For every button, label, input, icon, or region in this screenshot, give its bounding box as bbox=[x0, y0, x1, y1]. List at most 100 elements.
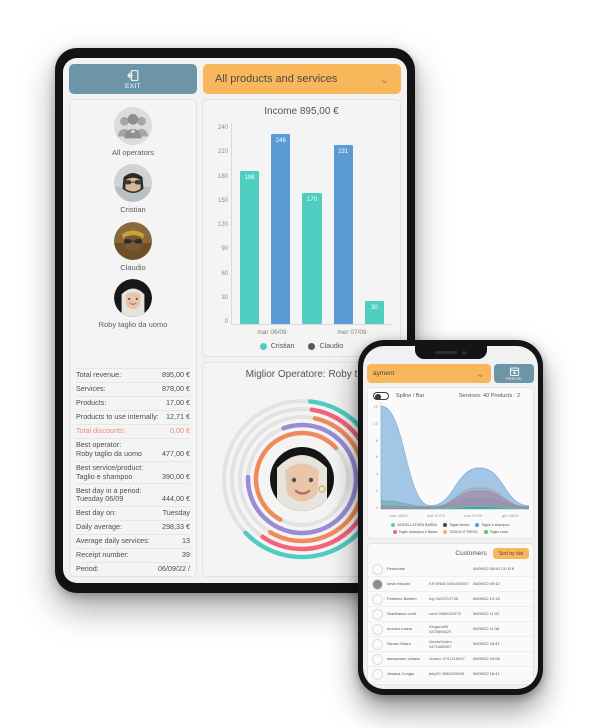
customer-row[interactable]: alessandro viviano viviano 3791218497 06/0… bbox=[368, 652, 533, 667]
stat-row: Period: 06/09/22 / bbox=[76, 562, 190, 576]
x-tick: mar 07/09 bbox=[426, 512, 445, 518]
exit-label: EXIT bbox=[124, 82, 142, 90]
customer-date: 06/09/22 08:50 13,00 € bbox=[473, 566, 515, 572]
sidebar-item-all-operators[interactable]: All operators bbox=[74, 107, 192, 157]
customer-row[interactable]: kevin trisconi KEVIN08 3450400567 06/09/22… bbox=[368, 577, 533, 592]
legend-label: Taglio e shampoo bbox=[481, 523, 510, 527]
stat-sub: Roby taglio da uomo bbox=[76, 448, 142, 458]
phone-device: ayment ⌄ PERIOD Spline / Bar Services: 4… bbox=[358, 340, 543, 695]
legend-label: Claudio bbox=[319, 343, 344, 350]
sort-by-date-button[interactable]: Sort by dat bbox=[492, 548, 529, 559]
operators-sidebar: All operators Cristian Claudio Roby tagl… bbox=[69, 99, 197, 577]
operator-name: Roby taglio da uomo bbox=[98, 320, 168, 330]
legend-color-dot bbox=[392, 530, 397, 534]
legend-color-dot bbox=[259, 343, 267, 350]
empty-avatar-icon bbox=[372, 623, 383, 635]
operators-list: All operators Cristian Claudio Roby tagl… bbox=[70, 100, 196, 341]
stat-value: 477,00 € bbox=[162, 448, 190, 458]
legend-item[interactable]: Taglio rasor bbox=[483, 530, 509, 534]
legend-label: MODELLATURA BARBA bbox=[397, 523, 438, 527]
legend-item[interactable]: Taglio e shampoo bbox=[475, 523, 510, 527]
bar[interactable]: 231 bbox=[333, 145, 353, 324]
customers-panel: Customers Sort by dat Personale 06/09/22 … bbox=[367, 543, 534, 685]
customer-alias: NicolaSolaro 3472488087 bbox=[429, 638, 452, 649]
y-tick: 240 bbox=[217, 125, 228, 131]
customers-list: Personale 06/09/22 08:50 13,00 € kevin tri… bbox=[368, 562, 533, 684]
customer-name: Nicola Solaro bbox=[387, 641, 411, 647]
legend-item[interactable]: Taglio shampoo e Barba bbox=[392, 530, 438, 534]
legend-label: Taglio shampoo e Barba bbox=[398, 530, 438, 534]
customer-alias: jeky90 3888205058 bbox=[429, 671, 464, 677]
y-tick: 90 bbox=[221, 246, 228, 253]
dropdown-value: All products and services bbox=[215, 73, 338, 85]
stat-key: Products: bbox=[76, 398, 107, 408]
sidebar-item-claudio[interactable]: Claudio bbox=[74, 221, 192, 272]
bar-slot: 231 bbox=[328, 123, 359, 324]
spline-bar-toggle[interactable] bbox=[373, 392, 389, 400]
empty-avatar-icon bbox=[372, 668, 383, 680]
customer-name: Federico Barberi bbox=[387, 596, 417, 602]
customer-name: monica rosina bbox=[387, 626, 412, 632]
customer-row[interactable]: Nicola Solaro NicolaSolaro 3472488087 06/0… bbox=[368, 637, 533, 652]
phone-topbar: ayment ⌄ PERIOD bbox=[367, 364, 534, 383]
stat-key: Total revenue: bbox=[76, 370, 122, 380]
legend-color-dot bbox=[483, 530, 488, 534]
legend-item[interactable]: Taglio bimbo bbox=[443, 523, 469, 527]
customer-row[interactable]: Jessica Congiu jeky90 3888205058 06/09/22 … bbox=[368, 667, 533, 682]
y-tick: 30 bbox=[221, 294, 228, 301]
y-tick: 10 bbox=[373, 420, 378, 426]
customer-row[interactable]: Federico Barberi trip 3493712738 06/09/22 … bbox=[368, 592, 533, 607]
legend-item[interactable]: Cristian bbox=[259, 343, 294, 350]
bar[interactable]: 30 bbox=[364, 300, 385, 324]
y-tick: 180 bbox=[217, 173, 228, 180]
period-button[interactable]: PERIOD bbox=[494, 364, 534, 383]
stat-row: Services: 878,00 € bbox=[76, 382, 190, 396]
customer-date: 06/09/22 11:02 bbox=[473, 611, 500, 617]
bar-value-label: 246 bbox=[275, 137, 286, 144]
stat-value: 390,00 € bbox=[162, 471, 190, 481]
bar[interactable]: 198 bbox=[239, 170, 260, 324]
stat-key: Period: bbox=[76, 564, 99, 574]
customer-row[interactable]: Personale 06/09/22 08:50 13,00 € bbox=[368, 562, 533, 577]
sidebar-item-roby[interactable]: Roby taglio da uomo bbox=[74, 279, 192, 329]
avatar bbox=[114, 221, 152, 260]
legend-item[interactable]: TAGLIO E PIEGA bbox=[443, 530, 478, 534]
exit-button[interactable]: EXIT bbox=[69, 64, 197, 94]
stat-row: Best operator: Roby taglio da uomo 477,00 … bbox=[76, 437, 190, 461]
stat-value: 39 bbox=[182, 550, 190, 560]
stat-value: 06/09/22 / bbox=[158, 564, 190, 574]
camera-icon bbox=[462, 350, 466, 355]
plot-area: mar 06/09 mar 07/09 mar 07/09 gio 08/09 bbox=[380, 402, 529, 520]
x-axis-labels: mar 06/09 mer 07/09 bbox=[231, 325, 392, 339]
y-tick: 2 bbox=[375, 488, 378, 494]
customer-row[interactable]: Gianfranco conti conti 3386032975 06/09/22… bbox=[368, 607, 533, 622]
income-chart-title: Income 895,00 € bbox=[264, 106, 339, 117]
legend-color-dot bbox=[391, 523, 396, 527]
tablet-body: All operators Cristian Claudio Roby tagl… bbox=[69, 99, 401, 577]
legend-item[interactable]: Claudio bbox=[308, 343, 343, 350]
bar[interactable]: 170 bbox=[302, 192, 322, 324]
bar-value-label: 231 bbox=[338, 149, 349, 156]
phone-screen: ayment ⌄ PERIOD Spline / Bar Services: 4… bbox=[363, 346, 538, 689]
legend-label: Taglio rasor bbox=[489, 530, 509, 534]
stat-row: Best service/product: Taglio e shampoo 390… bbox=[76, 460, 190, 484]
customer-row[interactable]: monica rosina Kingone69 3478556629 06/09/2… bbox=[368, 622, 533, 637]
payment-dropdown[interactable]: ayment ⌄ bbox=[367, 364, 491, 383]
area-chart: 12 10 8 6 4 2 0 mar 06/09 mar 07/09 mar 07/09 gio… bbox=[368, 402, 533, 520]
sidebar-item-cristian[interactable]: Cristian bbox=[74, 164, 192, 214]
services-area-chart-panel: Spline / Bar Services: 40 Products : 2 1… bbox=[367, 387, 534, 539]
stat-key: Products to use internally: bbox=[76, 412, 159, 422]
stat-value: 298,33 € bbox=[162, 522, 190, 532]
y-tick: 12 bbox=[373, 404, 378, 409]
legend-color-dot bbox=[443, 530, 448, 534]
stat-value: Tuesday bbox=[162, 508, 190, 518]
stat-row: Best day in a period: Tuesday 06/09 444,00… bbox=[76, 483, 190, 506]
bar-value-label: 170 bbox=[306, 196, 317, 203]
y-axis-labels: 12 10 8 6 4 2 0 bbox=[369, 402, 380, 520]
x-tick: mar 06/09 bbox=[389, 512, 408, 518]
toggle-label: Spline / Bar bbox=[396, 393, 425, 399]
bar[interactable]: 246 bbox=[271, 133, 291, 324]
y-tick: 120 bbox=[217, 222, 228, 228]
products-services-dropdown[interactable]: All products and services ⌄ bbox=[203, 64, 401, 94]
legend-item[interactable]: MODELLATURA BARBA bbox=[391, 523, 437, 527]
